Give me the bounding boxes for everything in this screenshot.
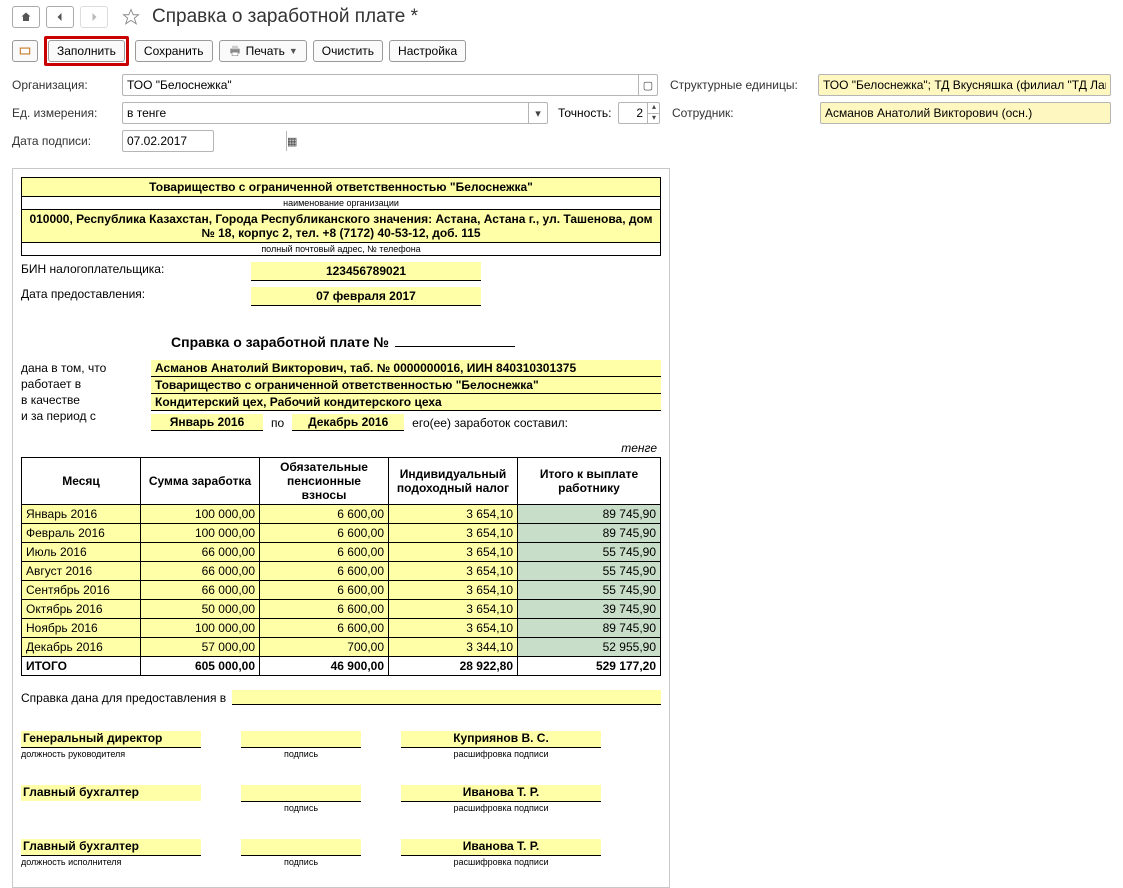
units-field[interactable]	[818, 74, 1111, 96]
print-button[interactable]: Печать ▼	[219, 40, 307, 62]
doc-number-blank	[395, 346, 515, 347]
sign-cap-2: подпись	[241, 802, 361, 813]
measure-field[interactable]: ▾	[122, 102, 548, 124]
printer-icon	[228, 44, 242, 58]
doc-org-name: Товарищество с ограниченной ответственно…	[22, 178, 660, 197]
table-total-row: ИТОГО605 000,0046 900,0028 922,80529 177…	[22, 657, 661, 676]
sign-date-field[interactable]: ▦	[122, 130, 214, 152]
sign-role-2: Главный бухгалтер	[21, 785, 201, 801]
sign-cap-3: подпись	[241, 856, 361, 867]
employee-line: Асманов Анатолий Викторович, таб. № 0000…	[151, 360, 661, 377]
precision-down-icon[interactable]: ▾	[648, 114, 660, 124]
back-button[interactable]	[46, 6, 74, 28]
earnings-table: Месяц Сумма заработка Обязательные пенси…	[21, 457, 661, 676]
table-row: Декабрь 201657 000,00700,003 344,1052 95…	[22, 638, 661, 657]
period-tail: его(ее) заработок составил:	[412, 416, 568, 430]
forward-button[interactable]	[80, 6, 108, 28]
period-sep: по	[271, 416, 284, 430]
precision-field[interactable]: ▴▾	[618, 102, 660, 124]
period-from: Январь 2016	[151, 414, 263, 431]
sign-cap-1: подпись	[241, 748, 361, 759]
sign-date-input[interactable]	[123, 132, 286, 150]
employee-field[interactable]	[820, 102, 1111, 124]
org-input[interactable]	[123, 76, 638, 94]
given-for-blank	[232, 690, 661, 705]
document-preview: Товарищество с ограниченной ответственно…	[12, 168, 670, 888]
org-open-icon[interactable]: ▢	[638, 75, 657, 95]
sign-name-2-cap: расшифровка подписи	[401, 802, 601, 813]
home-icon	[20, 11, 32, 23]
save-button[interactable]: Сохранить	[135, 40, 213, 62]
col-earning: Сумма заработка	[141, 458, 260, 505]
doc-org-name-caption: наименование организации	[22, 197, 660, 210]
sign-role-1: Генеральный директор	[21, 731, 201, 748]
precision-label: Точность:	[558, 106, 618, 120]
measure-label: Ед. измерения:	[12, 106, 122, 120]
precision-input[interactable]	[619, 104, 647, 122]
org-field[interactable]: ▢	[122, 74, 658, 96]
clear-button[interactable]: Очистить	[313, 40, 383, 62]
sign-name-2: Иванова Т. Р.	[401, 785, 601, 802]
print-label: Печать	[246, 44, 285, 58]
fill-button[interactable]: Заполнить	[48, 40, 125, 62]
units-input[interactable]	[819, 76, 1110, 94]
document-icon	[18, 44, 32, 58]
window-title: Справка о заработной плате *	[152, 6, 418, 28]
position-line: Кондитерский цех, Рабочий кондитерского …	[151, 394, 661, 411]
calendar-icon[interactable]: ▦	[286, 131, 297, 151]
arrow-right-icon	[88, 11, 100, 23]
sign-sign-2	[241, 785, 361, 802]
measure-input[interactable]	[123, 104, 528, 122]
sign-date-label: Дата подписи:	[12, 134, 122, 148]
table-row: Сентябрь 201666 000,006 600,003 654,1055…	[22, 581, 661, 600]
sign-role-1-cap: должность руководителя	[21, 748, 201, 759]
sign-sign-1	[241, 731, 361, 748]
unit-note: тенге	[21, 441, 661, 455]
col-tax: Индивидуальный подоходный налог	[389, 458, 518, 505]
bin-label: БИН налогоплательщика:	[21, 262, 251, 276]
sign-name-3-cap: расшифровка подписи	[401, 856, 601, 867]
history-button[interactable]	[12, 40, 38, 62]
fill-button-highlight: Заполнить	[44, 36, 129, 66]
chevron-down-icon: ▼	[289, 46, 298, 56]
doc-org-address-caption: полный почтовый адрес, № телефона	[22, 243, 660, 256]
col-payout: Итого к выплате работнику	[518, 458, 661, 505]
sign-role-3-cap: должность исполнителя	[21, 856, 201, 867]
issue-date-value: 07 февраля 2017	[251, 287, 481, 306]
col-pension: Обязательные пенсионные взносы	[260, 458, 389, 505]
units-label: Структурные единицы:	[670, 78, 818, 92]
sign-name-1-cap: расшифровка подписи	[401, 748, 601, 759]
doc-org-address: 010000, Республика Казахстан, Города Рес…	[22, 210, 660, 243]
table-row: Февраль 2016100 000,006 600,003 654,1089…	[22, 524, 661, 543]
favorite-icon[interactable]	[122, 8, 140, 26]
sign-role-3: Главный бухгалтер	[21, 839, 201, 856]
period-to: Декабрь 2016	[292, 414, 404, 431]
table-row: Январь 2016100 000,006 600,003 654,1089 …	[22, 505, 661, 524]
col-month: Месяц	[22, 458, 141, 505]
given-for-label: Справка дана для предоставления в	[21, 691, 226, 705]
given-text: дана в том, что работает в в качестве и …	[21, 360, 151, 431]
bin-value: 123456789021	[251, 262, 481, 281]
precision-up-icon[interactable]: ▴	[648, 103, 660, 114]
home-button[interactable]	[12, 6, 40, 28]
sign-name-3: Иванова Т. Р.	[401, 839, 601, 856]
arrow-left-icon	[54, 11, 66, 23]
doc-title: Справка о заработной плате №	[171, 334, 389, 350]
employee-input[interactable]	[821, 104, 1110, 122]
sign-sign-3	[241, 839, 361, 856]
works-at-line: Товарищество с ограниченной ответственно…	[151, 377, 661, 394]
table-row: Июль 201666 000,006 600,003 654,1055 745…	[22, 543, 661, 562]
settings-button[interactable]: Настройка	[389, 40, 466, 62]
table-row: Октябрь 201650 000,006 600,003 654,1039 …	[22, 600, 661, 619]
issue-date-label: Дата предоставления:	[21, 287, 251, 301]
table-row: Август 201666 000,006 600,003 654,1055 7…	[22, 562, 661, 581]
employee-label: Сотрудник:	[672, 106, 820, 120]
table-row: Ноябрь 2016100 000,006 600,003 654,1089 …	[22, 619, 661, 638]
org-label: Организация:	[12, 78, 122, 92]
sign-name-1: Куприянов В. С.	[401, 731, 601, 748]
chevron-down-icon[interactable]: ▾	[528, 103, 547, 123]
